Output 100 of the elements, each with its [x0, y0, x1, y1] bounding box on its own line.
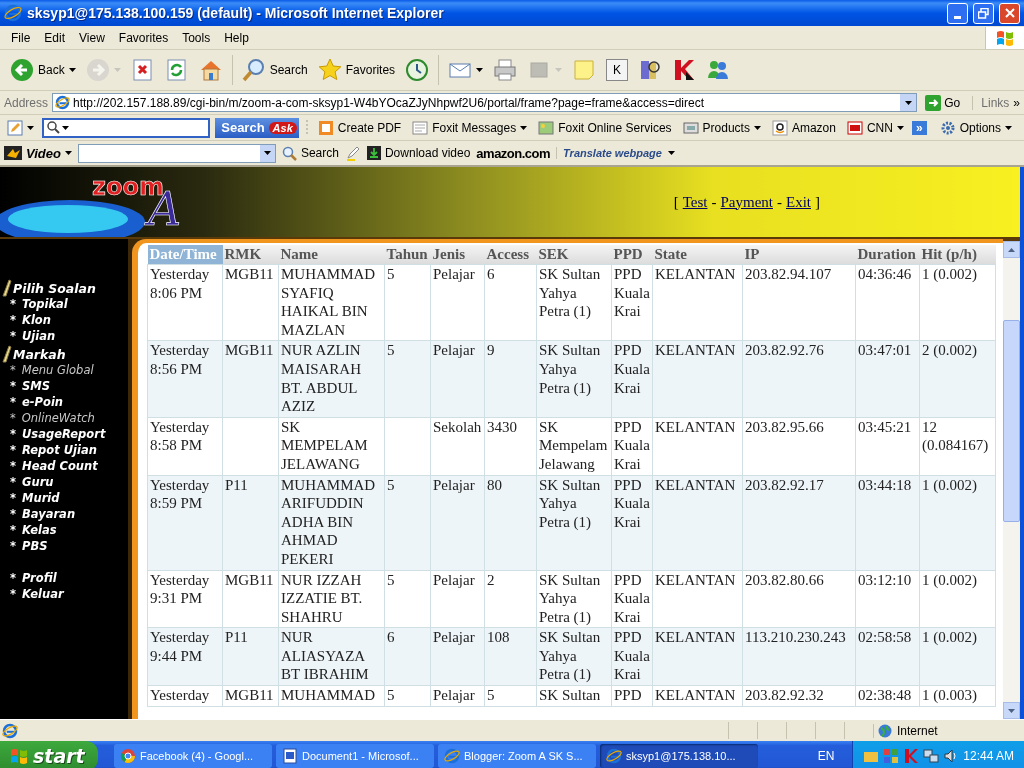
column-header[interactable]: IP	[742, 245, 856, 265]
taskbar-button[interactable]: Document1 - Microsof...	[276, 744, 434, 768]
box-button[interactable]: Products	[679, 119, 764, 136]
highlighter-icon[interactable]	[344, 145, 361, 161]
menu-item[interactable]: Tools	[175, 28, 218, 47]
sidebar-heading[interactable]: Pilih Soalan	[0, 279, 128, 297]
caret-icon	[1005, 125, 1012, 130]
sidebar-item[interactable]: * Menu Global	[0, 363, 128, 379]
back-button[interactable]: Back	[6, 55, 80, 85]
table-cell: SK Mempelam Jelawang	[539, 418, 608, 472]
table-cell: 5	[387, 342, 395, 359]
pdf-button[interactable]: Create PDF	[314, 119, 405, 136]
header-link[interactable]: Test	[682, 193, 708, 211]
column-header[interactable]: SEK	[536, 245, 612, 265]
search-field[interactable]	[42, 117, 211, 138]
table-cell: SK Sultan Yahya Petra (1)	[539, 629, 601, 683]
menu-item[interactable]: View	[72, 28, 112, 47]
minimize-button[interactable]	[947, 2, 968, 24]
video-menu-button[interactable]: Video	[4, 145, 72, 161]
table-cell: KELANTAN	[655, 629, 736, 646]
language-indicator[interactable]: EN	[817, 749, 849, 763]
sidebar-item[interactable]: * Keluar	[0, 587, 128, 603]
stop-icon	[130, 58, 155, 82]
sidebar-item[interactable]: * PBS	[0, 539, 128, 555]
sidebar-item[interactable]: * UsageReport	[0, 427, 128, 443]
sidebar-item[interactable]: * Guru	[0, 475, 128, 491]
header-link[interactable]: Exit	[786, 193, 811, 211]
column-header[interactable]: Access	[484, 245, 537, 265]
table-cell: 12 (0.084167)	[922, 418, 989, 454]
taskbar-button[interactable]: Blogger: Zoom A SK S...	[438, 744, 596, 768]
table-cell: PPD Kuala Krai	[614, 571, 650, 625]
scroll-thumb[interactable]	[1003, 320, 1020, 522]
link-separator: [	[673, 193, 679, 211]
taskbar-button[interactable]: Facebook (4) - Googl...	[114, 744, 272, 768]
scrollbar[interactable]	[1003, 239, 1020, 719]
column-header[interactable]: State	[652, 245, 743, 265]
scroll-up-button[interactable]	[1003, 241, 1020, 258]
header-link[interactable]: Payment	[720, 193, 773, 211]
sidebar-item[interactable]: * Repot Ujian	[0, 443, 128, 459]
sidebar-item[interactable]: * Head Count	[0, 459, 128, 475]
scroll-down-button[interactable]	[1003, 702, 1020, 719]
grid-icon[interactable]	[883, 748, 900, 764]
go-button[interactable]: Go	[921, 94, 969, 111]
amazon-button[interactable]: Amazon	[768, 119, 839, 136]
windows-flag-icon	[10, 747, 28, 765]
start-button[interactable]: start	[0, 741, 98, 768]
sidebar-item[interactable]: * Topikal	[0, 297, 128, 313]
picture-frame-button[interactable]: Foxit Online Services	[535, 119, 675, 136]
taskbar-button[interactable]: sksyp1@175.138.10...	[600, 744, 758, 768]
pencil-button[interactable]	[4, 119, 37, 136]
down-arrow-icon	[1008, 708, 1015, 713]
sidebar-item[interactable]: * Ujian	[0, 329, 128, 345]
menu-item[interactable]: Favorites	[111, 28, 176, 47]
favorites-button[interactable]: Favorites	[313, 55, 400, 85]
sidebar-item[interactable]: * Profil	[0, 571, 128, 587]
column-header[interactable]: Duration	[855, 245, 920, 265]
table-cell: Yesterday 8:06 PM	[150, 266, 210, 301]
table-cell: 9	[487, 342, 495, 359]
sidebar-item[interactable]: * e-Poin	[0, 395, 128, 411]
news-button[interactable]: CNN	[843, 119, 907, 136]
translate-button[interactable]: Translate webpage	[556, 147, 675, 159]
search-button[interactable]: Search	[237, 55, 312, 85]
table-cell: 1 (0.002)	[922, 629, 977, 646]
sidebar-item[interactable]: * Bayaran	[0, 507, 128, 523]
column-header[interactable]: Hit (p/h)	[919, 245, 996, 265]
menu-item[interactable]: Help	[217, 28, 256, 47]
column-header[interactable]: Jenis	[430, 245, 485, 265]
sidebar-item[interactable]: * Murid	[0, 491, 128, 507]
amazon-icon	[771, 119, 788, 136]
sidebar-item[interactable]: * SMS	[0, 379, 128, 395]
ask-search-button[interactable]: Search Ask	[215, 117, 299, 138]
table-cell: 203.82.92.17	[745, 476, 824, 493]
column-header[interactable]: PPD	[611, 245, 653, 265]
dropdown-button[interactable]	[900, 94, 917, 111]
sidebar-item[interactable]: * OnlineWatch	[0, 411, 128, 427]
close-button[interactable]	[999, 2, 1020, 24]
chevron-button[interactable]: »	[1013, 95, 1020, 110]
menu-item[interactable]: File	[4, 28, 38, 47]
links-label[interactable]: Links	[972, 95, 1010, 110]
column-header[interactable]: Name	[278, 245, 385, 265]
column-header[interactable]: Tahun	[384, 245, 431, 265]
amazon-logo[interactable]: amazon.com	[476, 145, 551, 161]
video-search-field[interactable]	[77, 143, 276, 163]
network-icon[interactable]	[923, 748, 940, 764]
more-button[interactable]: »	[911, 120, 927, 135]
table-cell: 80	[487, 476, 502, 493]
ie-icon	[444, 748, 460, 764]
restore-button[interactable]	[973, 2, 994, 24]
column-header[interactable]: RMK	[222, 245, 279, 265]
menu-item[interactable]: Edit	[37, 28, 73, 47]
table-cell: 5	[487, 687, 495, 704]
message-button[interactable]: Foxit Messages	[409, 119, 531, 136]
sidebar-item[interactable]: * Kelas	[0, 523, 128, 539]
search-button[interactable]: Search	[281, 145, 339, 161]
download-video-button[interactable]: Download video	[366, 146, 471, 160]
sidebar-item[interactable]: * Klon	[0, 313, 128, 329]
options-button[interactable]: Options	[936, 119, 1015, 136]
address-field[interactable]: http://202.157.188.89/cgi-bin/m/zoom-a-com-sksyp1-W4bYOcaZJyNhpwf2U6/portal/frame?page=frame&access=direct	[52, 93, 918, 112]
sidebar-heading[interactable]: Markah	[0, 345, 128, 363]
k-logo-icon[interactable]	[903, 748, 920, 764]
